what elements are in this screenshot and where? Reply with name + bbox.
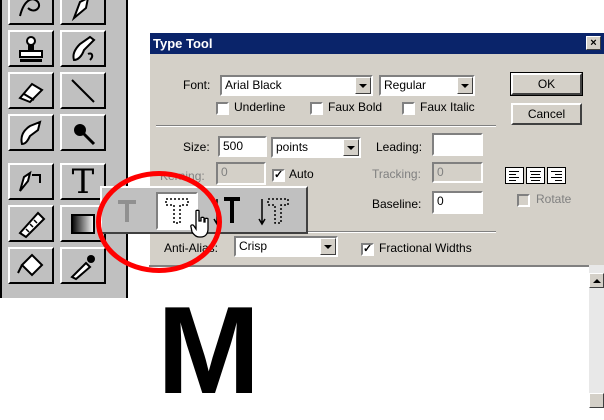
rubber-stamp-tool[interactable]	[8, 30, 54, 67]
leading-label: Leading:	[376, 140, 423, 154]
toolbox: T	[0, 0, 128, 298]
baseline-label: Baseline:	[372, 197, 422, 211]
pattern-stamp-tool[interactable]	[60, 30, 106, 67]
preview-pane: M	[149, 265, 589, 413]
pen-tool[interactable]	[60, 0, 106, 25]
preview-scrollbar[interactable]	[589, 265, 604, 408]
dodge-tool[interactable]	[60, 114, 106, 151]
close-button[interactable]: ×	[586, 36, 601, 50]
burn-hand-icon	[74, 123, 96, 145]
size-input[interactable]: 500	[218, 136, 267, 157]
pen-nib-icon	[71, 0, 89, 21]
eraser-tool[interactable]	[8, 72, 54, 109]
font-value: Arial Black	[225, 78, 282, 92]
arrow-up-icon	[592, 278, 601, 283]
type-tool-option[interactable]	[106, 192, 148, 230]
blur-finger-icon	[20, 119, 42, 145]
ruler-icon	[18, 211, 46, 238]
scroll-up-button[interactable]	[589, 273, 604, 288]
vertical-type-mask-tool-option[interactable]	[254, 192, 296, 230]
kerning-label: Kerning:	[160, 169, 205, 183]
font-label: Font:	[183, 78, 211, 92]
pen-path-tool[interactable]	[8, 163, 54, 200]
divider	[156, 125, 496, 127]
ok-button[interactable]: OK	[510, 72, 583, 96]
style-value: Regular	[384, 78, 427, 92]
line-icon	[71, 78, 95, 103]
cancel-button[interactable]: Cancel	[511, 103, 582, 125]
chevron-down-icon[interactable]	[343, 139, 359, 156]
align-center-button[interactable]	[526, 167, 545, 184]
dialog-titlebar: Type Tool ×	[150, 33, 604, 54]
chevron-down-icon[interactable]	[457, 77, 473, 94]
rubber-stamp-icon	[19, 35, 43, 62]
vertical-type-tool-option[interactable]	[206, 192, 248, 230]
paint-bucket-icon	[17, 253, 44, 276]
history-brush-icon	[72, 35, 96, 61]
faux-italic-checkbox[interactable]	[402, 102, 415, 115]
faux-italic-label: Faux Italic	[420, 100, 475, 114]
size-unit-select[interactable]: points	[271, 137, 361, 158]
hand-cursor-icon	[190, 209, 209, 238]
pen-path-icon	[19, 170, 41, 192]
rotate-label: Rotate	[536, 192, 572, 206]
auto-label: Auto	[289, 167, 314, 181]
anti-alias-value: Crisp	[239, 239, 268, 253]
type-tool-icon	[118, 200, 136, 222]
faux-bold-checkbox[interactable]	[310, 102, 323, 115]
style-select[interactable]: Regular	[379, 75, 475, 96]
line-tool[interactable]	[60, 72, 106, 109]
kerning-input[interactable]: 0	[216, 162, 266, 185]
measure-tool[interactable]	[8, 205, 54, 242]
dialog-title: Type Tool	[153, 36, 213, 51]
anti-alias-label: Anti-Alias:	[164, 241, 219, 255]
freeform-pen-icon	[19, 0, 40, 16]
anti-alias-select[interactable]: Crisp	[234, 236, 338, 257]
baseline-input[interactable]: 0	[432, 191, 483, 214]
tracking-label: Tracking:	[372, 167, 421, 181]
fractional-widths-checkbox[interactable]: ✓	[361, 243, 374, 256]
type-mask-icon	[165, 198, 189, 224]
paint-bucket-tool[interactable]	[8, 247, 54, 284]
size-label: Size:	[183, 140, 210, 154]
chevron-down-icon[interactable]	[355, 77, 371, 94]
faux-bold-label: Faux Bold	[328, 100, 383, 114]
eyedropper-icon	[70, 254, 95, 280]
size-unit-value: points	[276, 140, 309, 154]
eyedropper-tool[interactable]	[60, 247, 106, 284]
align-left-button[interactable]	[505, 167, 524, 184]
rotate-checkbox[interactable]	[517, 194, 530, 207]
freeform-pen-tool[interactable]	[8, 0, 54, 25]
vertical-type-mask-icon	[258, 198, 289, 226]
vertical-type-icon	[213, 197, 240, 226]
gradient-icon	[71, 213, 95, 234]
type-tool-icon: T	[71, 161, 95, 202]
auto-checkbox[interactable]: ✓	[272, 169, 285, 182]
preview-text: M	[157, 282, 260, 420]
underline-label: Underline	[234, 100, 286, 114]
align-right-button[interactable]	[547, 167, 566, 184]
font-select[interactable]: Arial Black	[220, 75, 373, 96]
chevron-down-icon[interactable]	[320, 238, 336, 255]
blur-tool[interactable]	[8, 114, 54, 151]
fractional-widths-label: Fractional Widths	[379, 241, 472, 255]
underline-checkbox[interactable]	[216, 102, 229, 115]
tracking-input[interactable]: 0	[432, 162, 483, 183]
leading-input[interactable]	[432, 133, 483, 156]
eraser-icon	[18, 82, 44, 103]
scroll-thumb[interactable]	[589, 393, 604, 408]
